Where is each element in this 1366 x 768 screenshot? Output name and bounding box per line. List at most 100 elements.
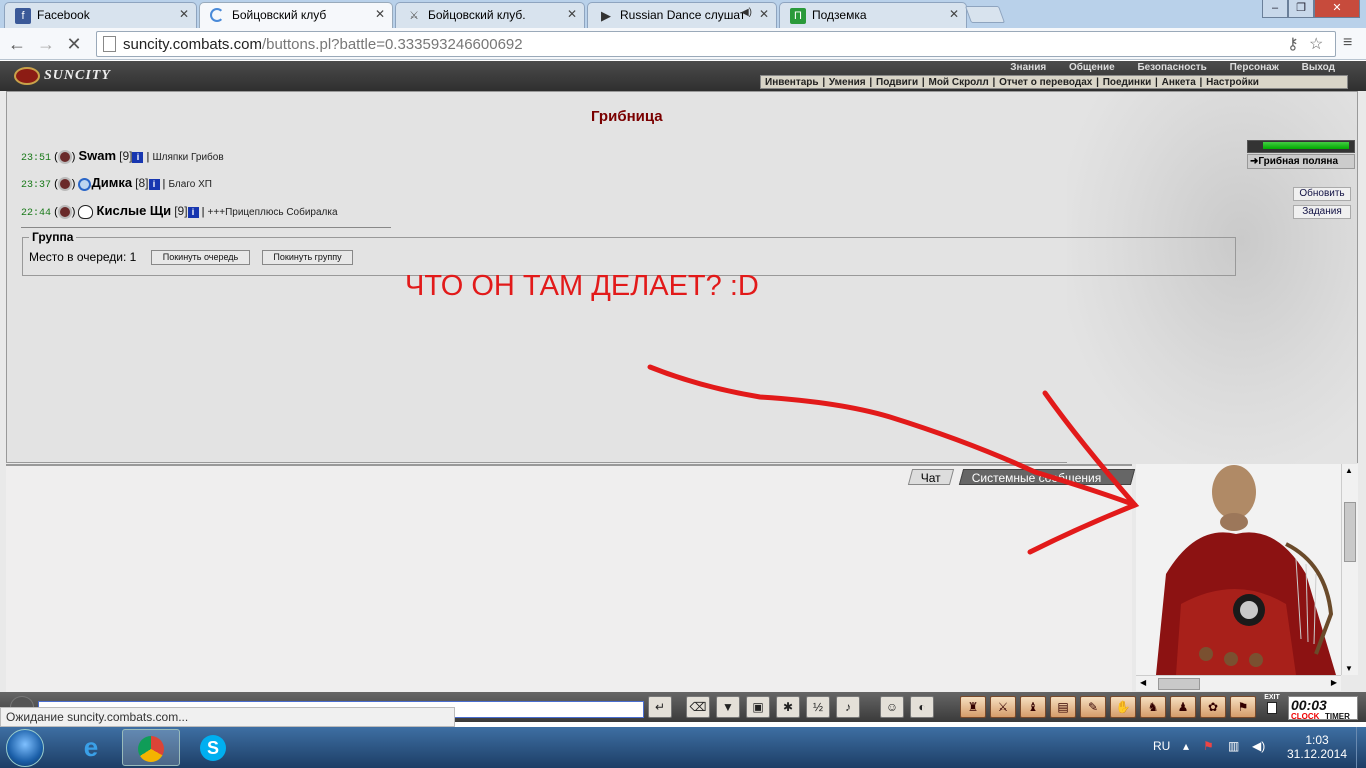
paw-icon[interactable]: ✿ <box>1200 696 1226 718</box>
close-icon[interactable]: ✕ <box>375 7 385 21</box>
subnav-skills[interactable]: Умения <box>828 77 867 88</box>
scroll-thumb[interactable] <box>1158 678 1200 690</box>
back-icon[interactable]: ← <box>4 32 30 56</box>
maximize-button[interactable]: ❐ <box>1288 0 1314 18</box>
tab-podzemka[interactable]: П Подземка ✕ <box>779 2 967 28</box>
leave-group-button[interactable]: Покинуть группу <box>262 250 353 265</box>
url-path: /buttons.pl?battle=0.333593246600692 <box>261 36 523 53</box>
location-panel: ➜Грибная поляна <box>1247 140 1355 169</box>
close-icon[interactable]: ✕ <box>759 7 769 21</box>
player-nick[interactable]: Swam <box>78 148 116 163</box>
stop-icon[interactable]: ✕ <box>61 32 87 56</box>
subnav-profile[interactable]: Анкета <box>1161 77 1197 88</box>
private-icon[interactable] <box>57 205 72 220</box>
divider <box>21 227 391 228</box>
eraser-icon[interactable]: ⌫ <box>686 696 710 718</box>
refresh-button[interactable]: Обновить <box>1293 187 1351 201</box>
action-center-icon[interactable]: ⚑ <box>1203 739 1214 753</box>
system-clock[interactable]: 1:03 31.12.2014 <box>1282 733 1352 761</box>
trash-icon[interactable]: ♟ <box>1170 696 1196 718</box>
tab-title: Russian Dance слушат <box>620 8 746 22</box>
language-indicator[interactable]: RU <box>1153 739 1170 753</box>
chest-icon[interactable]: ▤ <box>1050 696 1076 718</box>
info-icon[interactable]: i <box>187 206 199 218</box>
scroll-left-icon[interactable]: ◀ <box>1140 678 1146 687</box>
close-icon[interactable]: ✕ <box>179 7 189 21</box>
internet-explorer-icon[interactable]: e <box>62 729 120 766</box>
bag-icon[interactable]: ♝ <box>1020 696 1046 718</box>
figure-icon[interactable]: ✱ <box>776 696 800 718</box>
scroll-right-icon[interactable]: ▶ <box>1331 678 1337 687</box>
player-desc: +++Прицеплюсь Собиралка <box>207 207 338 218</box>
flag-icon[interactable]: ⚑ <box>1230 696 1256 718</box>
private-icon[interactable] <box>57 150 72 165</box>
nav-vyhod[interactable]: Выход <box>1292 62 1345 73</box>
exit-button[interactable]: EXIT <box>1262 694 1282 718</box>
save-icon[interactable]: ▣ <box>746 696 770 718</box>
location-link[interactable]: ➜Грибная поляна <box>1247 154 1355 169</box>
subnav-inventory[interactable]: Инвентарь <box>764 77 820 88</box>
annotation-arrow <box>647 364 1140 555</box>
scroll-thumb[interactable] <box>1344 502 1356 562</box>
character-portrait <box>1136 464 1341 675</box>
player-desc: Благо ХП <box>168 179 212 190</box>
player-level: [9] <box>119 149 133 163</box>
scroll-icon[interactable]: ✎ <box>1080 696 1106 718</box>
player-nick[interactable]: Кислые Щи <box>97 203 172 218</box>
sound-icon[interactable]: ♪ <box>836 696 860 718</box>
tray-expand-icon[interactable]: ▴ <box>1183 739 1189 753</box>
close-icon[interactable]: ✕ <box>567 7 577 21</box>
volume-icon[interactable]: ◀) <box>1252 739 1265 753</box>
hand-icon[interactable]: ✋ <box>1110 696 1136 718</box>
send-icon[interactable]: ↵ <box>648 696 672 718</box>
suncity-logo[interactable]: SUNCITY <box>14 67 111 85</box>
chrome-icon[interactable] <box>122 729 180 766</box>
subnav-duels[interactable]: Поединки <box>1102 77 1153 88</box>
vertical-scrollbar[interactable]: ▲ ▼ <box>1341 464 1358 675</box>
new-tab-button[interactable] <box>964 6 1006 23</box>
address-bar[interactable]: suncity.combats.com/buttons.pl?battle=0.… <box>96 31 1336 57</box>
nav-obshchenie[interactable]: Общение <box>1059 62 1125 73</box>
fraction-icon[interactable]: ½ <box>806 696 830 718</box>
key-icon[interactable]: ⚷ <box>1287 34 1299 54</box>
subnav-scroll[interactable]: Мой Скролл <box>927 77 989 88</box>
nav-znaniya[interactable]: Знания <box>1000 62 1056 73</box>
private-icon[interactable] <box>57 177 72 192</box>
skype-icon[interactable]: S <box>184 729 242 766</box>
leave-queue-button[interactable]: Покинуть очередь <box>151 250 250 265</box>
start-button[interactable] <box>6 729 44 767</box>
player-nick[interactable]: Димка <box>91 175 132 190</box>
subnav-transfers[interactable]: Отчет о переводах <box>998 77 1093 88</box>
game-clock[interactable]: 00:03 CLOCK TIMER <box>1288 696 1358 721</box>
speaker-icon: ◀) <box>740 7 752 18</box>
subnav-settings[interactable]: Настройки <box>1205 77 1260 88</box>
timer-label: TIMER <box>1325 712 1350 721</box>
smiley-icon[interactable]: ☺ <box>880 696 904 718</box>
nav-bezopasnost[interactable]: Безопасность <box>1127 62 1216 73</box>
subnav-feats[interactable]: Подвиги <box>875 77 919 88</box>
tab-facebook[interactable]: f Facebook ✕ <box>4 2 197 28</box>
sword-icon[interactable]: ⚔ <box>990 696 1016 718</box>
helmet-icon[interactable]: ◐ <box>910 696 934 718</box>
window-close-button[interactable]: ✕ <box>1314 0 1360 18</box>
show-desktop-button[interactable] <box>1356 727 1366 768</box>
horizontal-scrollbar[interactable]: ◀ ▶ <box>1136 675 1341 691</box>
network-icon[interactable]: ▥ <box>1228 739 1239 753</box>
nav-personazh[interactable]: Персонаж <box>1220 62 1289 73</box>
filter-icon[interactable]: ▼ <box>716 696 740 718</box>
tasks-button[interactable]: Задания <box>1293 205 1351 219</box>
info-icon[interactable]: i <box>132 151 144 163</box>
menu-icon[interactable]: ≡ <box>1343 34 1361 52</box>
tab-boitsovsky-klub-2[interactable]: ⚔ Бойцовский клуб. ✕ <box>395 2 585 28</box>
star-icon[interactable]: ☆ <box>1309 34 1323 54</box>
tab-russian-dance[interactable]: ▶ Russian Dance слушат ◀) ✕ <box>587 2 777 28</box>
minimize-button[interactable]: – <box>1262 0 1288 18</box>
scroll-up-icon[interactable]: ▲ <box>1345 466 1353 475</box>
beast-icon[interactable]: ♞ <box>1140 696 1166 718</box>
bottle-icon[interactable]: ♜ <box>960 696 986 718</box>
tab-boitsovsky-klub-active[interactable]: Бойцовский клуб ✕ <box>199 2 393 28</box>
close-icon[interactable]: ✕ <box>949 7 959 21</box>
scroll-down-icon[interactable]: ▼ <box>1345 664 1353 673</box>
forward-icon[interactable]: → <box>33 32 59 56</box>
info-icon[interactable]: i <box>148 178 160 190</box>
